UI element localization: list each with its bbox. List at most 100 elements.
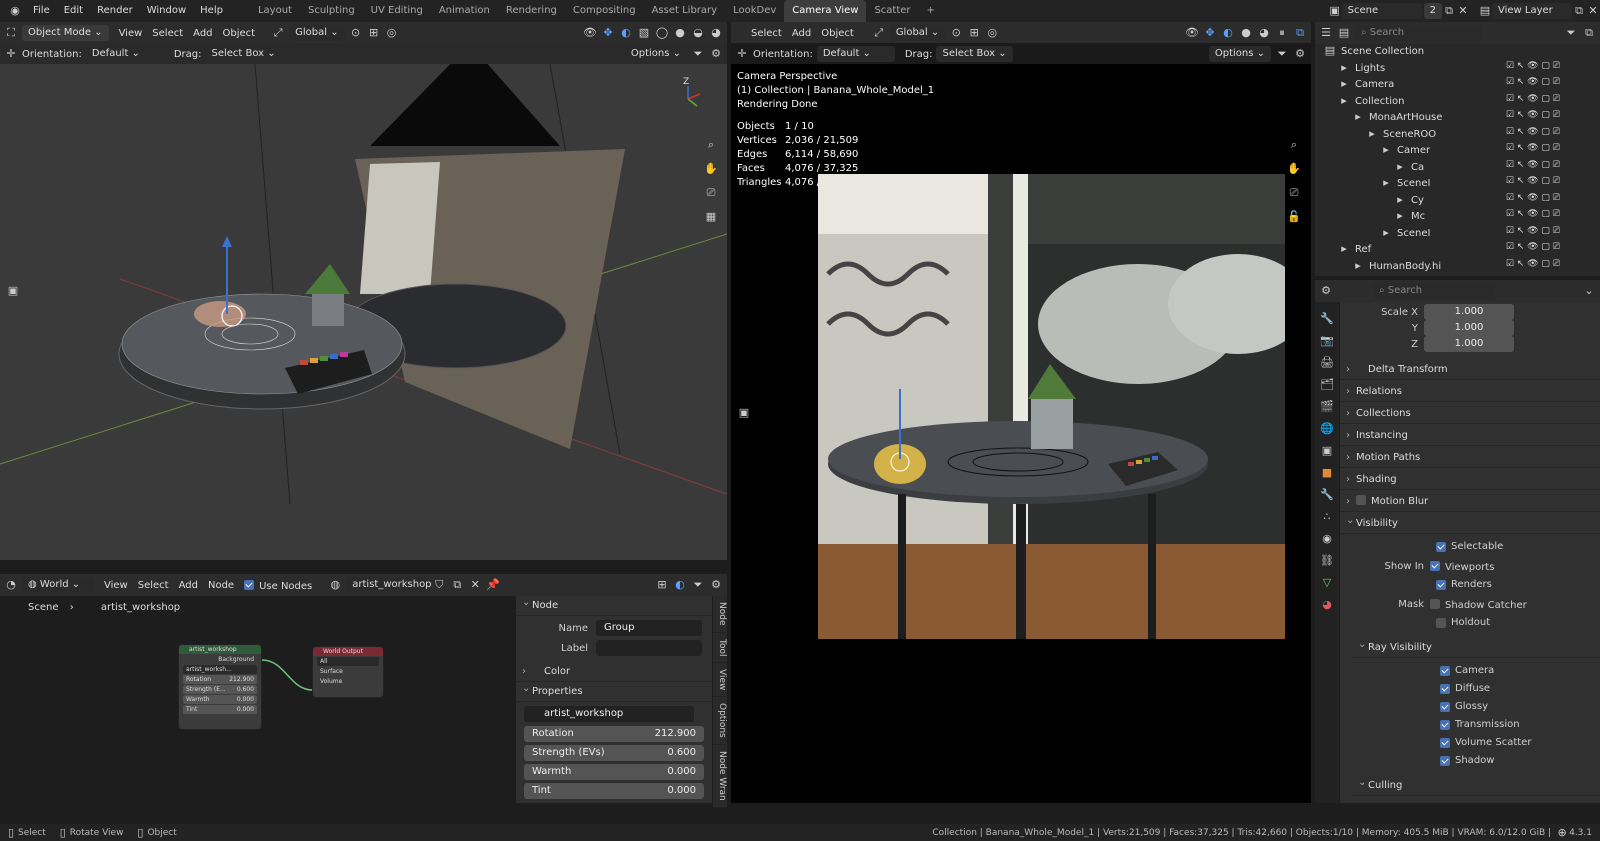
filter-icon-right[interactable]: ⏷ [1275,47,1289,61]
proportional-icon-right[interactable]: ◎ [985,26,999,40]
node-input-row[interactable]: Rotation 212.900 [183,675,257,684]
fake-user-shield-icon[interactable]: ⛉ [432,578,446,592]
render-tab-icon[interactable]: 📷 [1320,334,1334,348]
tab-node[interactable]: Node [713,596,727,633]
node-image-field[interactable]: artist_worksh... [183,665,257,674]
tab-options[interactable]: Options [713,697,727,746]
outliner-row[interactable]: ▸ MonaArtHouse [1351,110,1442,126]
outliner-visibility-toggles[interactable]: ☑ ↖ 👁 ▢ ⎚ [1506,127,1560,143]
culling-section[interactable]: Culling [1352,773,1600,796]
prop-strength[interactable]: Strength (EVs) 0.600 [524,745,704,761]
properties-search-input[interactable]: ⌕ Search [1373,283,1495,299]
new-scene-icon[interactable]: ⧉ [1442,4,1456,18]
visibility-icon-right[interactable]: 👁 [1185,26,1199,40]
node-section-header[interactable]: Node [516,593,712,616]
viewports-checkbox[interactable]: Viewports [1430,560,1494,573]
duplicate-icon[interactable]: ⧉ [450,578,464,592]
orientation-dropdown[interactable]: Default ⌄ [85,46,164,62]
filter-icon[interactable]: ⏷ [691,47,705,61]
menu-help[interactable]: Help [193,0,230,22]
tab-asset-library[interactable]: Asset Library [644,0,725,22]
scale-y-field[interactable]: 1.000 [1424,320,1514,336]
overlay-icon-node[interactable]: ◐ [673,578,687,592]
tab-layout[interactable]: Layout [250,0,300,22]
gizmo-icon-right[interactable]: ✥ [1203,26,1217,40]
overlay-icon[interactable]: ◐ [619,26,633,40]
camera-viewport[interactable]: Camera Perspective (1) Collection | Bana… [731,64,1311,803]
outliner-visibility-toggles[interactable]: ☑ ↖ 👁 ▢ ⎚ [1506,209,1560,225]
physics-tab-icon[interactable]: ◉ [1320,532,1334,546]
tool-tab-icon[interactable]: 🔧 [1320,312,1334,326]
options-dropdown-right[interactable]: Options ⌄ [1208,46,1271,62]
snap-icon-node[interactable]: ⊞ [655,578,669,592]
use-nodes-checkbox[interactable]: Use Nodes [244,579,312,592]
tab-rendering[interactable]: Rendering [498,0,565,22]
pan-hand-icon-right[interactable]: ✋ [1287,162,1301,176]
motion-paths-section[interactable]: Motion Paths [1340,448,1600,468]
ray-volume-scatter-checkbox[interactable]: Volume Scatter [1340,734,1600,750]
instancing-section[interactable]: Instancing [1340,426,1600,446]
outliner-row[interactable]: ▸ Ca [1393,160,1424,176]
menu-select[interactable]: Select [152,28,183,39]
editor-type-icon[interactable]: ⛶ [4,26,18,40]
menu-window[interactable]: Window [140,0,193,22]
add-workspace-button[interactable]: + [919,0,943,22]
pin-icon[interactable]: 📌 [486,578,500,592]
modifier-tab-icon[interactable]: 🔧 [1320,488,1334,502]
particles-tab-icon[interactable]: ∴ [1320,510,1334,524]
world-output-node[interactable]: World Output All Surface Volume [312,646,384,698]
close-scene-icon[interactable]: ✕ [1456,4,1470,18]
tab-camera-view[interactable]: Camera View [784,0,867,22]
gizmo-icon[interactable]: ✥ [601,26,615,40]
unlink-icon[interactable]: ✕ [468,578,482,592]
outliner-row[interactable]: ▸ Camer [1379,143,1430,159]
node-menu-node[interactable]: Node [208,580,234,591]
toolbar-toggle-icon-right[interactable]: ▣ [737,406,751,420]
outliner-visibility-toggles[interactable]: ☑ ↖ 👁 ▢ ⎚ [1506,143,1560,159]
color-section[interactable]: Color [516,662,712,682]
snap-icon-right[interactable]: ⊞ [967,26,981,40]
world-name-field[interactable]: artist_workshop [346,577,432,593]
outliner-visibility-toggles[interactable]: ☑ ↖ 👁 ▢ ⎚ [1506,110,1560,126]
material-tab-icon[interactable]: ◕ [1320,598,1334,612]
menu-view[interactable]: View [119,28,143,39]
toolbar-toggle-icon[interactable]: ▣ [6,284,20,298]
settings-gear-icon-node[interactable]: ⚙ [709,578,723,592]
left-3d-viewport[interactable]: Z ⌕ ✋ ⎚ ▦ ▣ [0,64,727,560]
node-name-field[interactable]: Group [596,620,702,636]
outliner-row[interactable]: ▸ HumanBody.hi [1351,259,1441,275]
world-tab-icon[interactable]: 🌐 [1320,422,1334,436]
settings-gear-icon-right[interactable]: ⚙ [1293,47,1307,61]
ray-glossy-checkbox[interactable]: Glossy [1340,698,1600,714]
outliner-row[interactable]: ▸ Collection [1337,94,1404,110]
pivot-icon-right[interactable]: ⊙ [949,26,963,40]
shading-rendered-icon-right[interactable]: ◕ [1257,26,1271,40]
node-input-row[interactable]: Tint 0.000 [183,705,257,714]
tab-node-wrangler[interactable]: Node Wran [713,745,727,808]
tab-lookdev[interactable]: LookDev [725,0,784,22]
group-selector[interactable]: artist_workshop [524,706,704,722]
outliner-row[interactable]: ▸ SceneI [1379,176,1430,192]
transform-global-dropdown[interactable]: Global ⌄ [289,25,345,41]
transform-global-dropdown-right[interactable]: Global ⌄ [889,25,946,41]
outliner-row[interactable]: ▸ Camera [1337,77,1394,93]
prop-tint[interactable]: Tint 0.000 [524,783,704,799]
node-label-field[interactable] [596,640,702,656]
outliner-visibility-toggles[interactable]: ☑ ↖ 👁 ▢ ⎚ [1506,61,1560,77]
node-target-dropdown[interactable]: All [317,657,379,666]
xray-icon[interactable]: ▧ [637,26,651,40]
orientation-dropdown-right[interactable]: Default ⌄ [816,46,895,62]
menu-edit[interactable]: Edit [57,0,90,22]
renders-checkbox[interactable]: Renders [1340,576,1600,592]
holdout-checkbox[interactable]: Holdout [1340,614,1600,630]
tab-uv-editing[interactable]: UV Editing [363,0,431,22]
visibility-icon[interactable]: 👁 [583,26,597,40]
output-tab-icon[interactable]: 🖨 [1320,356,1334,370]
tab-sculpting[interactable]: Sculpting [300,0,363,22]
new-view-layer-icon[interactable]: ⧉ [1572,4,1586,18]
options-dropdown[interactable]: Options ⌄ [624,46,687,62]
constraints-tab-icon[interactable]: ⛓ [1320,554,1334,568]
menu-file[interactable]: File [26,0,57,22]
visibility-section[interactable]: Visibility [1340,511,1600,534]
zoom-icon-right[interactable]: ⌕ [1287,138,1301,152]
